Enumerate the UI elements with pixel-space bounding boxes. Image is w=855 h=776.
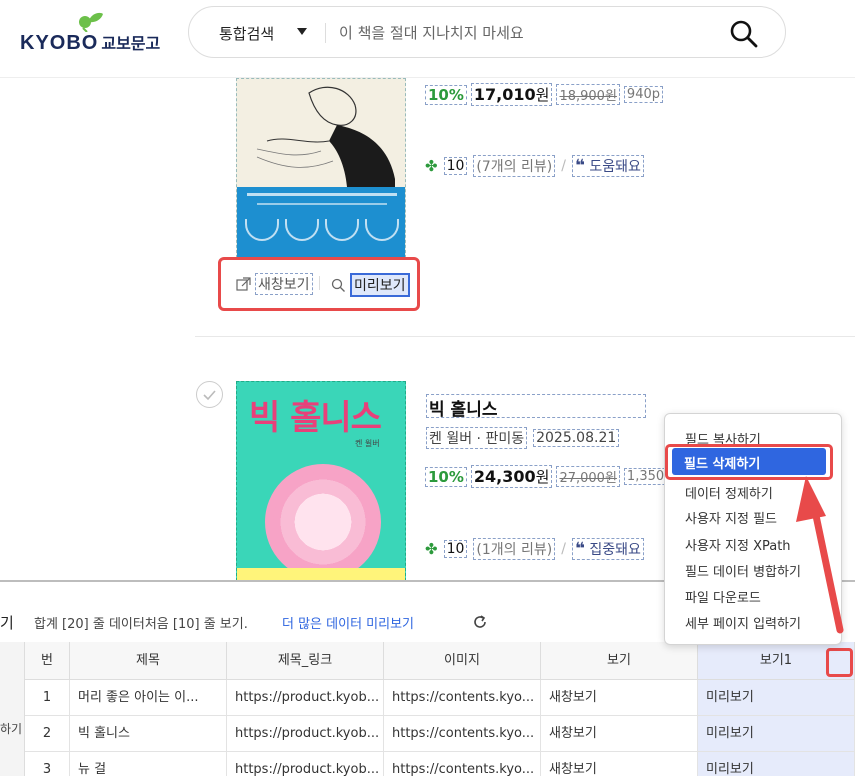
separator: / <box>561 541 566 557</box>
column-header-title[interactable]: 제목 <box>70 642 227 680</box>
refresh-icon[interactable] <box>472 614 488 630</box>
review-tag: ❝ 집중돼요 <box>571 538 644 560</box>
leaf-icon <box>79 12 103 32</box>
review-count[interactable]: (7개의 리뷰) <box>473 155 556 177</box>
sale-price: 24,300원 <box>470 465 553 488</box>
check-icon <box>203 390 216 401</box>
discount-rate: 10% <box>425 84 467 105</box>
book2-price-row: 10% 24,300원 27,000원 1,350p <box>425 465 676 488</box>
cover-title: 빅 홀니스 <box>249 398 382 438</box>
table-cell[interactable]: https://product.kyob... <box>227 680 384 716</box>
table-cell: 1 <box>25 680 70 716</box>
book2-authors[interactable]: 켄 윌버 · 판미동 <box>426 427 528 449</box>
clover-icon: ✤ <box>425 540 438 558</box>
table-cell[interactable]: 빅 홀니스 <box>70 716 227 752</box>
grid-row-gutter <box>0 642 25 776</box>
book1-price-row: 10% 17,010원 18,900원 940p <box>425 83 663 106</box>
new-window-button[interactable]: 새창보기 <box>236 273 313 295</box>
external-link-icon <box>236 276 251 291</box>
table-cell[interactable]: 새창보기 <box>541 680 698 716</box>
menu-item-clean-data[interactable]: 데이터 정제하기 <box>685 483 773 502</box>
menu-item-detail-page[interactable]: 세부 페이지 입력하기 <box>685 613 801 632</box>
table-cell[interactable]: 새창보기 <box>541 752 698 776</box>
cover-text-line <box>247 193 397 196</box>
highlight-box-delete <box>665 444 833 480</box>
column-menu-trigger-highlight[interactable] <box>826 648 853 677</box>
reward-points: 940p <box>623 86 663 103</box>
menu-item-custom-field[interactable]: 사용자 지정 필드 <box>685 508 777 527</box>
table-cell: 3 <box>25 752 70 776</box>
review-count[interactable]: (1개의 리뷰) <box>473 538 556 560</box>
table-cell: 2 <box>25 716 70 752</box>
table-cell[interactable]: 뉴 걸 <box>70 752 227 776</box>
original-price: 27,000원 <box>556 466 620 487</box>
book-cover-2[interactable]: 빅 홀니스 켄 윌버 <box>236 381 406 581</box>
table-cell[interactable]: https://contents.kyo... <box>384 752 541 776</box>
menu-item-file-download[interactable]: 파일 다운로드 <box>685 587 761 606</box>
sale-price: 17,010원 <box>470 83 553 106</box>
quote-icon: ❝ <box>574 539 585 559</box>
search-divider <box>325 23 326 43</box>
table-cell[interactable]: 새창보기 <box>541 716 698 752</box>
rating-score: 10 <box>443 157 468 175</box>
site-header: KYOBO 교보문고 통합검색 <box>0 0 855 78</box>
list-divider <box>195 336 855 337</box>
table-cell[interactable]: https://contents.kyo... <box>384 680 541 716</box>
table-cell[interactable]: https://product.kyob... <box>227 752 384 776</box>
search-icon[interactable] <box>729 19 759 49</box>
table-cell[interactable]: 미리보기 <box>698 752 855 776</box>
table-cell[interactable]: https://product.kyob... <box>227 716 384 752</box>
column-header-index[interactable]: 번 <box>25 642 70 680</box>
cover-text-line <box>257 203 387 205</box>
review-tag: ❝ 도움돼요 <box>571 155 644 177</box>
quote-icon: ❝ <box>574 156 585 176</box>
side-label: 하기 <box>0 722 23 736</box>
panel-title: 기 <box>0 614 14 632</box>
table-cell[interactable]: 미리보기 <box>698 716 855 752</box>
search-category-select[interactable]: 통합검색 <box>219 23 274 44</box>
preview-button[interactable]: 미리보기 <box>331 273 410 297</box>
clover-icon: ✤ <box>425 157 438 175</box>
book2-review-row: ✤ 10 (1개의 리뷰) / ❝ 집중돼요 <box>425 538 644 560</box>
original-price: 18,900원 <box>556 84 620 105</box>
column-header-view[interactable]: 보기 <box>541 642 698 680</box>
action-divider <box>319 276 320 290</box>
caret-down-icon[interactable] <box>297 28 307 35</box>
column-header-image[interactable]: 이미지 <box>384 642 541 680</box>
book1-review-row: ✤ 10 (7개의 리뷰) / ❝ 도움돼요 <box>425 155 644 177</box>
cover-illustration <box>256 86 395 187</box>
select-checkbox[interactable] <box>196 381 223 408</box>
logo-brand: KYOBO <box>20 32 99 54</box>
column-header-title-link[interactable]: 제목_링크 <box>227 642 384 680</box>
more-data-link[interactable]: 더 많은 데이터 미리보기 <box>282 613 414 632</box>
panel-summary: 합계 [20] 줄 데이터처음 [10] 줄 보기. <box>34 617 248 632</box>
cover-author: 켄 윌버 <box>355 439 380 448</box>
book2-meta: 켄 윌버 · 판미동 2025.08.21 <box>426 427 620 449</box>
logo-korean: 교보문고 <box>101 36 161 53</box>
magnifier-icon <box>331 278 345 292</box>
table-cell[interactable]: 미리보기 <box>698 680 855 716</box>
search-input[interactable] <box>339 19 709 47</box>
cover-ring-art <box>265 464 381 580</box>
separator: / <box>561 158 566 174</box>
table-cell[interactable]: 머리 좋은 아이는 이... <box>70 680 227 716</box>
kyobo-logo[interactable]: KYOBO 교보문고 <box>20 10 170 60</box>
rating-score: 10 <box>443 540 468 558</box>
book2-title[interactable]: 빅 홀니스 <box>426 394 646 420</box>
discount-rate: 10% <box>425 466 467 487</box>
search-bar: 통합검색 <box>188 6 786 58</box>
menu-item-merge-field[interactable]: 필드 데이터 병합하기 <box>685 561 801 580</box>
table-cell[interactable]: https://contents.kyo... <box>384 716 541 752</box>
book2-date: 2025.08.21 <box>533 429 620 447</box>
book-cover-1[interactable] <box>236 78 406 258</box>
menu-item-custom-xpath[interactable]: 사용자 지정 XPath <box>685 535 791 554</box>
